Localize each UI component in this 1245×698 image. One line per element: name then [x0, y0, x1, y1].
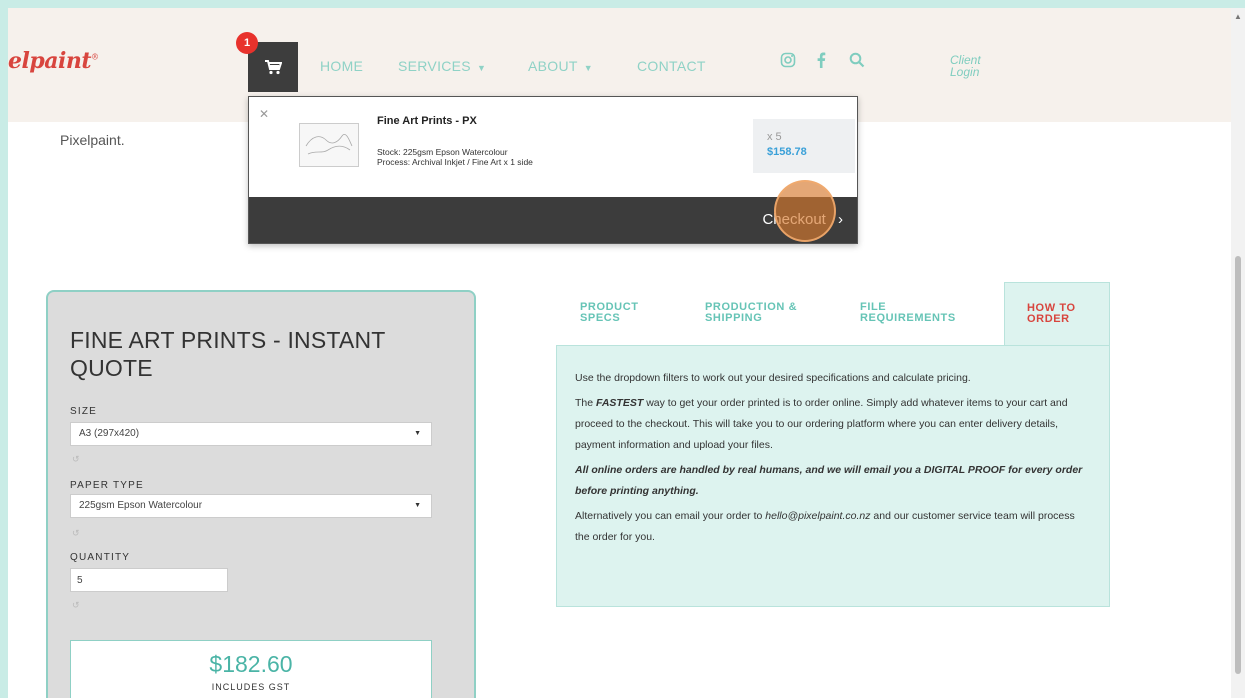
tab-product-specs[interactable]: PRODUCT SPECS [580, 302, 639, 324]
cart-item: Fine Art Prints - PX Stock: 225gsm Epson… [281, 97, 855, 197]
client-login-link[interactable]: Client Login [950, 54, 981, 78]
cart-count-badge: 1 [236, 32, 258, 54]
chevron-down-icon: ▼ [414, 502, 421, 509]
cart-item-summary: x 5 $158.78 [753, 119, 855, 173]
size-label: SIZE [70, 406, 98, 417]
gst-note: INCLUDES GST [211, 682, 291, 692]
nav-home[interactable]: HOME [320, 58, 363, 74]
logo-mark: ® [91, 52, 99, 62]
cart-footer: Checkout › [249, 197, 857, 243]
chevron-down-icon: ▼ [583, 63, 593, 73]
paper-type-select[interactable]: 225gsm Epson Watercolour ▼ [70, 494, 432, 518]
logo[interactable]: elpaint® [8, 48, 99, 74]
tab-label: SPECS [580, 312, 621, 324]
product-thumbnail [299, 123, 359, 167]
scrollbar[interactable]: ▲ [1231, 8, 1245, 698]
info-text: way to get your order printed is to orde… [575, 397, 1068, 451]
quote-title: FINE ART PRINTS - INSTANT QUOTE [70, 327, 386, 381]
nav-contact[interactable]: CONTACT [637, 58, 706, 74]
cart-item-stock: Stock: 225gsm Epson Watercolour [377, 147, 508, 157]
cart-item-title: Fine Art Prints - PX [377, 115, 477, 127]
close-icon[interactable]: ✕ [259, 107, 269, 121]
paper-type-value: 225gsm Epson Watercolour [79, 500, 203, 511]
scrollbar-thumb[interactable] [1235, 256, 1241, 674]
undo-icon[interactable]: ↺ [72, 528, 80, 539]
quantity-input[interactable] [70, 568, 228, 592]
click-indicator [774, 180, 836, 242]
chevron-right-icon: › [838, 211, 843, 228]
undo-icon[interactable]: ↺ [72, 454, 80, 465]
info-emphasis: FASTEST [596, 397, 644, 409]
chevron-down-icon: ▼ [414, 430, 421, 437]
tab-label: ORDER [1027, 313, 1070, 325]
info-paragraph-1: Use the dropdown filters to work out you… [575, 372, 971, 384]
tab-how-to-order[interactable]: HOW TO ORDER [1004, 282, 1110, 346]
nav-about-label: ABOUT [528, 58, 578, 74]
instant-quote-panel: FINE ART PRINTS - INSTANT QUOTE SIZE A3 … [46, 290, 476, 698]
cart-icon [265, 60, 282, 75]
size-value: A3 (297x420) [79, 428, 140, 439]
email-link[interactable]: hello@pixelpaint.co.nz [765, 510, 870, 522]
tab-label: SHIPPING [705, 312, 763, 324]
facebook-icon[interactable] [816, 52, 826, 73]
quantity-label: QUANTITY [70, 552, 131, 563]
info-text: Alternatively you can email your order t… [575, 510, 766, 522]
cart-dropdown: ✕ Fine Art Prints - PX Stock: 225gsm Eps… [248, 96, 858, 244]
chevron-down-icon: ▼ [476, 63, 487, 73]
info-paragraph-2: The FASTEST way to get your order printe… [575, 393, 1091, 456]
nav-about[interactable]: ABOUT ▼ [528, 58, 593, 74]
tab-file-requirements[interactable]: FILE REQUIREMENTS [860, 302, 956, 324]
search-icon[interactable] [849, 52, 865, 73]
client-login-line2: Login [950, 65, 980, 79]
instagram-icon[interactable] [780, 52, 796, 73]
info-text: The [575, 397, 597, 409]
intro-text: Pixelpaint. [60, 132, 125, 148]
undo-icon[interactable]: ↺ [72, 600, 80, 611]
tab-production-shipping[interactable]: PRODUCTION & SHIPPING [705, 302, 797, 324]
size-select[interactable]: A3 (297x420) ▼ [70, 422, 432, 446]
nav-services[interactable]: SERVICES ▼ [398, 58, 486, 74]
info-paragraph-3: All online orders are handled by real hu… [575, 464, 1083, 497]
quote-total: $182.60 [209, 651, 293, 677]
how-to-order-content: Use the dropdown filters to work out you… [556, 345, 1110, 607]
cart-item-qty: x 5 [767, 131, 782, 143]
paper-type-label: PAPER TYPE [70, 480, 144, 491]
logo-text: elpaint [8, 48, 92, 74]
nav-services-label: SERVICES [398, 58, 471, 74]
page: elpaint® 1 HOME SERVICES ▼ ABOUT ▼ CONTACT… [8, 8, 1231, 698]
cart-item-process: Process: Archival Inkjet / Fine Art x 1 … [377, 157, 533, 167]
cart-item-price: $158.78 [767, 146, 807, 158]
quote-total-box: $182.60 INCLUDES GST [70, 640, 432, 698]
scroll-up-icon[interactable]: ▲ [1234, 12, 1242, 21]
info-paragraph-4: Alternatively you can email your order t… [575, 506, 1091, 548]
tab-label: REQUIREMENTS [860, 312, 956, 324]
